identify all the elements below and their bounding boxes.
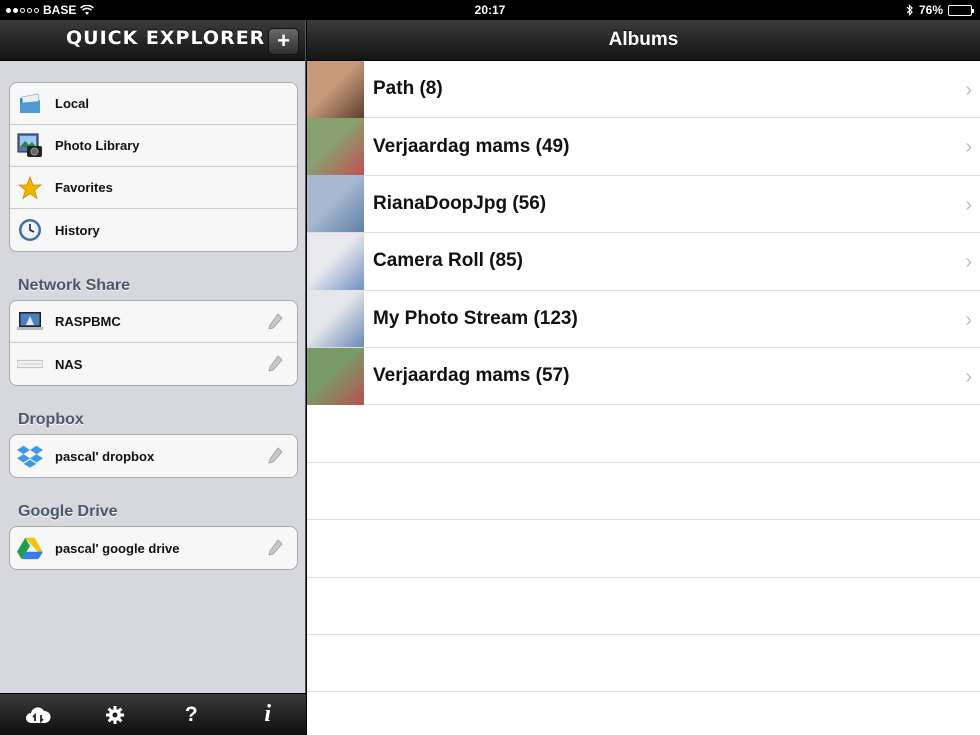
album-name: Verjaardag mams (57) xyxy=(373,365,570,387)
album-name: Path (8) xyxy=(373,78,443,100)
album-row[interactable]: Camera Roll (85) › xyxy=(307,232,980,291)
empty-row xyxy=(307,405,980,463)
network-group: RASPBMC NAS xyxy=(9,300,298,386)
app-title: QUICK EXPLORER xyxy=(66,27,266,49)
dropbox-group: pascal' dropbox xyxy=(9,434,298,478)
sidebar-header: QUICK EXPLORER + xyxy=(0,20,305,61)
album-thumbnail xyxy=(307,347,364,405)
cloud-transfer-icon xyxy=(26,706,51,723)
album-thumbnail xyxy=(307,60,364,118)
sidebar-item-label: Photo Library xyxy=(55,138,140,153)
computer-icon xyxy=(17,309,43,335)
star-icon xyxy=(17,175,43,201)
album-row[interactable]: RianaDoopJpg (56) › xyxy=(307,175,980,234)
chevron-right-icon: › xyxy=(965,308,972,331)
album-row[interactable]: Verjaardag mams (49) › xyxy=(307,118,980,176)
sidebar-item-photo-library[interactable]: Photo Library xyxy=(10,125,297,167)
edit-icon[interactable] xyxy=(267,539,283,557)
sidebar-item-label: Local xyxy=(55,96,89,111)
album-name: RianaDoopJpg (56) xyxy=(373,192,547,214)
clock-icon xyxy=(17,217,43,243)
battery-percent: 76% xyxy=(918,3,943,17)
folder-icon xyxy=(17,91,43,117)
album-name: Camera Roll (85) xyxy=(373,250,523,272)
sidebar-item-pascal-google-drive[interactable]: pascal' google drive xyxy=(10,527,297,569)
sidebar-item-label: NAS xyxy=(55,356,83,372)
status-right: 76% xyxy=(906,3,974,17)
nas-icon xyxy=(17,351,43,377)
album-name: My Photo Stream (123) xyxy=(373,307,578,329)
sidebar-item-nas[interactable]: NAS xyxy=(10,343,297,385)
album-thumbnail xyxy=(307,175,364,233)
bluetooth-icon xyxy=(906,4,913,16)
google-drive-icon xyxy=(17,535,43,561)
album-list: Path (8) › Verjaardag mams (49) › RianaD… xyxy=(307,60,980,693)
sidebar-item-label: pascal' google drive xyxy=(55,540,180,556)
chevron-right-icon: › xyxy=(965,251,972,274)
sidebar-item-label: Favorites xyxy=(55,180,113,195)
clock: 20:17 xyxy=(474,3,506,17)
cloud-transfer-button[interactable] xyxy=(18,698,58,732)
dropbox-heading: Dropbox xyxy=(18,411,84,428)
page-title: Albums xyxy=(307,20,980,61)
google-drive-group: pascal' google drive xyxy=(9,526,298,570)
sidebar-item-history[interactable]: History xyxy=(10,209,297,251)
chevron-right-icon: › xyxy=(965,79,972,101)
album-name: Verjaardag mams (49) xyxy=(373,135,570,157)
empty-row xyxy=(307,520,980,578)
empty-row xyxy=(307,635,980,693)
sidebar: QUICK EXPLORER + Local Photo Library Fav… xyxy=(0,20,306,735)
edit-icon[interactable] xyxy=(267,447,283,465)
battery-icon xyxy=(948,4,974,16)
edit-icon[interactable] xyxy=(267,355,283,373)
album-row[interactable]: My Photo Stream (123) › xyxy=(307,290,980,348)
sidebar-item-raspbmc[interactable]: RASPBMC xyxy=(10,301,297,343)
sidebar-item-label: RASPBMC xyxy=(55,314,121,329)
edit-icon[interactable] xyxy=(267,313,283,331)
sidebar-item-label: pascal' dropbox xyxy=(55,448,155,464)
status-bar: BASE 20:17 76% xyxy=(0,0,980,20)
info-button[interactable]: i xyxy=(248,698,288,732)
chevron-right-icon: › xyxy=(965,136,972,159)
sidebar-item-favorites[interactable]: Favorites xyxy=(10,167,297,209)
empty-row xyxy=(307,463,980,521)
bottom-toolbar: ? i xyxy=(0,693,306,735)
dropbox-icon xyxy=(17,443,43,469)
album-thumbnail xyxy=(307,290,364,348)
album-thumbnail xyxy=(307,118,364,176)
album-row[interactable]: Path (8) › xyxy=(307,60,980,119)
gear-icon xyxy=(105,705,124,724)
album-row[interactable]: Verjaardag mams (57) › xyxy=(307,347,980,406)
sidebar-item-pascal-dropbox[interactable]: pascal' dropbox xyxy=(10,435,297,477)
main-panel: Albums Path (8) › Verjaardag mams (49) ›… xyxy=(307,20,980,735)
help-button[interactable]: ? xyxy=(171,698,211,732)
google-drive-heading: Google Drive xyxy=(18,503,118,520)
sidebar-item-local[interactable]: Local xyxy=(10,83,297,125)
settings-button[interactable] xyxy=(95,698,135,732)
album-thumbnail xyxy=(307,232,364,290)
sidebar-item-label: History xyxy=(55,222,100,238)
network-share-heading: Network Share xyxy=(18,277,131,294)
chevron-right-icon: › xyxy=(965,193,972,216)
local-group: Local Photo Library Favorites History xyxy=(9,82,298,252)
empty-row xyxy=(307,578,980,635)
photo-library-icon xyxy=(17,133,43,159)
add-button[interactable]: + xyxy=(268,28,299,55)
chevron-right-icon: › xyxy=(965,365,972,388)
